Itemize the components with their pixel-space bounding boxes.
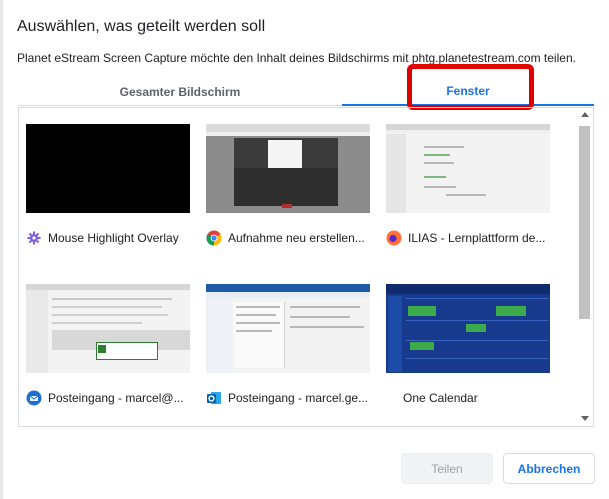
tab-bar: Gesamter Bildschirm Fenster <box>18 78 594 106</box>
window-item-one-calendar[interactable]: One Calendar <box>379 268 551 418</box>
window-label: Posteingang - marcel.ge... <box>228 391 369 405</box>
outlook-icon <box>206 390 222 406</box>
window-label: Mouse Highlight Overlay <box>48 231 179 245</box>
window-list: Mouse Highlight Overlay Aufnahme neu ers… <box>18 107 594 427</box>
window-thumbnail <box>386 124 550 213</box>
thunderbird-icon <box>26 390 42 406</box>
firefox-icon <box>386 230 402 246</box>
window-thumbnail <box>26 284 190 373</box>
tab-entire-screen[interactable]: Gesamter Bildschirm <box>18 78 342 106</box>
window-thumbnail <box>206 284 370 373</box>
window-thumbnail <box>26 124 190 213</box>
scroll-down-arrow[interactable] <box>581 416 589 421</box>
window-item-aufnahme[interactable]: Aufnahme neu erstellen... <box>199 108 371 258</box>
share-picker-dialog: Auswählen, was geteilt werden soll Plane… <box>0 0 609 499</box>
gear-icon <box>26 230 42 246</box>
window-label: Aufnahme neu erstellen... <box>228 231 365 245</box>
window-label: Posteingang - marcel@... <box>48 391 184 405</box>
window-item-thunderbird[interactable]: Posteingang - marcel@... <box>19 268 191 418</box>
window-edge <box>0 0 3 499</box>
dialog-subtitle: Planet eStream Screen Capture möchte den… <box>17 51 576 65</box>
window-label: One Calendar <box>403 391 478 405</box>
scroll-up-arrow[interactable] <box>581 112 589 117</box>
window-label: ILIAS - Lernplattform de... <box>408 231 546 245</box>
chrome-icon <box>206 230 222 246</box>
share-button[interactable]: Teilen <box>401 453 493 484</box>
tab-window[interactable]: Fenster <box>342 78 594 106</box>
dialog-title: Auswählen, was geteilt werden soll <box>17 18 266 35</box>
cancel-button[interactable]: Abbrechen <box>503 453 595 484</box>
window-item-ilias[interactable]: ILIAS - Lernplattform de... <box>379 108 551 258</box>
scrollbar-thumb[interactable] <box>579 126 590 319</box>
window-thumbnail <box>386 284 550 373</box>
window-thumbnail <box>206 124 370 213</box>
window-item-outlook[interactable]: Posteingang - marcel.ge... <box>199 268 371 418</box>
window-item-mouse-highlight[interactable]: Mouse Highlight Overlay <box>19 108 191 258</box>
